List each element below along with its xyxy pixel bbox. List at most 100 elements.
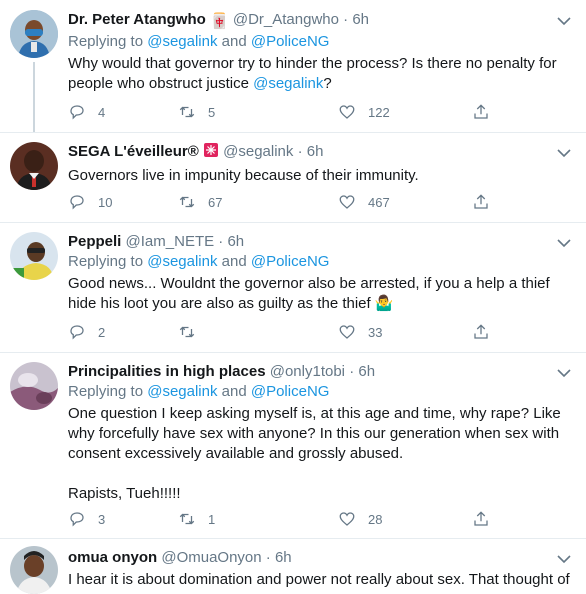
mention-link[interactable]: @segalink [147,253,217,270]
more-options-icon[interactable] [556,146,572,158]
reply-icon [70,512,84,527]
tweet-text: Governors live in impunity because of th… [68,167,419,184]
retweet-button[interactable]: 1 [178,509,215,529]
retweet-button[interactable]: 67 [178,192,222,212]
share-icon [474,324,488,339]
timestamp[interactable]: 6h [307,143,324,160]
and-label: and [221,33,247,50]
tweet-text-end: ? [323,75,332,92]
retweet-count: 67 [208,194,223,210]
like-count: 33 [368,324,383,340]
retweet-icon [179,326,195,338]
like-count: 122 [368,104,390,120]
reply-button[interactable]: 2 [68,322,105,342]
mention-link[interactable]: @segalink [147,383,217,400]
reply-count: 10 [98,194,113,210]
tweet[interactable]: Dr. Peter Atangwho 🀄 @Dr_Atangwho · 6h R… [0,0,586,133]
share-button[interactable] [472,192,490,212]
heart-icon [339,195,355,209]
heart-icon [339,325,355,339]
more-options-icon[interactable] [556,236,572,248]
name-emoji: 🀄 [209,13,229,30]
timestamp[interactable]: 6h [358,363,375,380]
reply-button[interactable]: 4 [68,102,105,122]
reply-button[interactable]: 3 [68,509,105,529]
share-button[interactable] [472,322,490,342]
replying-to-label: Replying to [68,383,144,400]
replying-to-label: Replying to [68,253,144,270]
retweet-button[interactable] [178,322,208,342]
avatar[interactable] [10,142,58,190]
display-name[interactable]: Principalities in high places [68,363,266,380]
more-options-icon[interactable] [556,552,572,564]
tweet[interactable]: Principalities in high places @only1tobi… [0,352,586,539]
like-button[interactable]: 122 [338,102,390,122]
separator: · [297,143,303,160]
reply-count: 4 [98,104,106,120]
retweet-count: 1 [208,511,216,527]
tweet-text-line: Rapists, Tueh!!!!! [68,485,181,502]
avatar[interactable] [10,362,58,410]
mention-link[interactable]: @segalink [253,75,323,92]
more-options-icon[interactable] [556,14,572,26]
user-handle[interactable]: @only1tobi [270,363,345,380]
avatar[interactable] [10,546,58,594]
mention-link[interactable]: @segalink [147,33,217,50]
display-name[interactable]: Dr. Peter Atangwho [68,11,206,28]
avatar[interactable] [10,10,58,58]
avatar[interactable] [10,232,58,280]
like-count: 28 [368,511,383,527]
display-name[interactable]: SEGA L'éveilleur® [68,143,199,160]
share-icon [474,104,488,119]
like-button[interactable]: 33 [338,322,382,342]
like-button[interactable]: 467 [338,192,390,212]
mention-link[interactable]: @PoliceNG [251,253,330,270]
share-button[interactable] [472,102,490,122]
user-handle[interactable]: @OmuaOnyon [161,549,261,566]
siren-icon [203,142,219,164]
tweet-text: Good news... Wouldnt the governor also b… [68,275,550,312]
replying-to: Replying to @segalink and @PoliceNG [68,252,574,272]
more-options-icon[interactable] [556,366,572,378]
tweet-text: I hear it is about domination and power … [68,571,570,588]
like-button[interactable]: 28 [338,509,382,529]
share-icon [474,194,488,209]
separator: · [349,363,355,380]
timestamp[interactable]: 6h [275,549,292,566]
user-handle[interactable]: @Iam_NETE [126,233,215,250]
like-count: 467 [368,194,390,210]
separator: · [265,549,271,566]
and-label: and [221,383,247,400]
display-name[interactable]: omua onyon [68,549,157,566]
retweet-icon [179,513,195,525]
tweet[interactable]: omua onyon @OmuaOnyon · 6h I hear it is … [0,538,586,594]
separator: · [218,233,224,250]
display-name[interactable]: Peppeli [68,233,121,250]
timestamp[interactable]: 6h [227,233,244,250]
share-icon [474,511,488,526]
retweet-icon [179,196,195,208]
mention-link[interactable]: @PoliceNG [251,383,330,400]
share-button[interactable] [472,509,490,529]
retweet-icon [179,106,195,118]
reply-icon [70,325,84,340]
tweet[interactable]: Peppeli @Iam_NETE · 6h Replying to @sega… [0,222,586,353]
timestamp[interactable]: 6h [352,11,369,28]
heart-icon [339,105,355,119]
and-label: and [221,253,247,270]
separator: · [343,11,349,28]
tweet[interactable]: SEGA L'éveilleur® @segalink · 6h Governo… [0,132,586,223]
replying-to-label: Replying to [68,33,144,50]
reply-count: 2 [98,324,106,340]
retweet-button[interactable]: 5 [178,102,215,122]
reply-icon [70,195,84,210]
user-handle[interactable]: @segalink [223,143,293,160]
reply-button[interactable]: 10 [68,192,112,212]
thread-line [33,62,35,132]
replying-to: Replying to @segalink and @PoliceNG [68,32,574,52]
user-handle[interactable]: @Dr_Atangwho [233,11,339,28]
replying-to: Replying to @segalink and @PoliceNG [68,382,574,402]
retweet-count: 5 [208,104,216,120]
mention-link[interactable]: @PoliceNG [251,33,330,50]
heart-icon [339,512,355,526]
